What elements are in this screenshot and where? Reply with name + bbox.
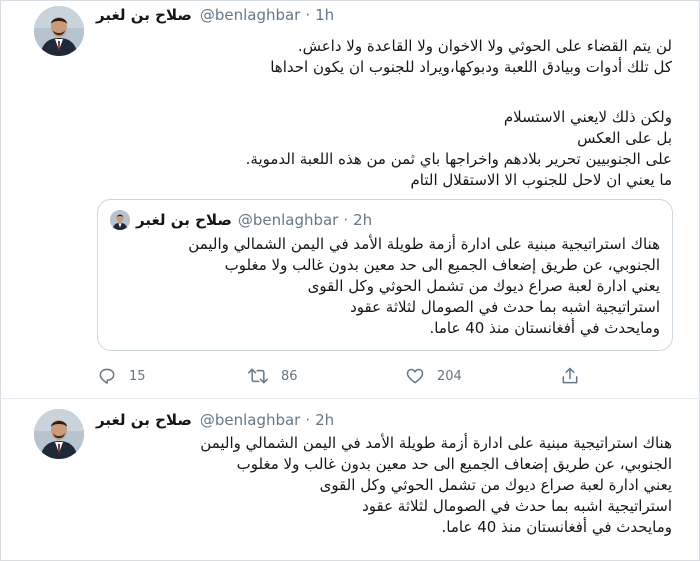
- retweet-icon: [247, 366, 269, 386]
- author-handle[interactable]: @benlaghbar: [200, 411, 301, 429]
- tweet-header: صلاح بن لغبر @benlaghbar · 2h: [96, 409, 334, 431]
- timestamp: 2h: [353, 211, 373, 229]
- author-handle: @benlaghbar: [237, 211, 339, 229]
- heart-icon: [405, 366, 425, 386]
- avatar[interactable]: [34, 409, 84, 459]
- author-name[interactable]: صلاح بن لغبر: [96, 411, 192, 429]
- quoted-tweet-text: هناك استراتيجية مبنية على ادارة أزمة طوي…: [188, 234, 660, 339]
- text-line: هناك استراتيجية مبنية على ادارة أزمة طوي…: [200, 434, 672, 452]
- tweet-actions: 15 86 204: [97, 364, 587, 388]
- tweet[interactable]: صلاح بن لغبر @benlaghbar · 1h لن يتم الق…: [0, 0, 700, 399]
- separator: ·: [305, 6, 311, 24]
- author-handle[interactable]: @benlaghbar: [200, 6, 301, 24]
- tweet-text: هناك استراتيجية مبنية على ادارة أزمة طوي…: [200, 433, 672, 538]
- separator: ·: [305, 411, 311, 429]
- tweet[interactable]: صلاح بن لغبر @benlaghbar · 2h هناك استرا…: [0, 399, 700, 561]
- author-name[interactable]: صلاح بن لغبر: [96, 6, 192, 24]
- like-count: 204: [437, 368, 462, 384]
- text-line: لن يتم القضاء على الحوثي ولا الاخوان ولا…: [297, 37, 672, 55]
- text-line: الجنوبي، عن طريق إضعاف الجميع الى حد معي…: [236, 455, 672, 473]
- quoted-tweet[interactable]: صلاح بن لغبر @benlaghbar · 2h هناك استرا…: [97, 199, 673, 351]
- text-line: ومايحدث في أفغانستان منذ 40 عاما.: [429, 319, 660, 337]
- separator: ·: [343, 211, 349, 229]
- author-name: صلاح بن لغبر: [136, 211, 232, 229]
- text-line: على الجنوبيين تحرير بلادهم واخراجها باي …: [245, 150, 672, 168]
- share-icon: [560, 366, 580, 386]
- text-line: كل تلك أدوات وبيادق اللعبة ودبوكها،ويراد…: [270, 58, 672, 76]
- tweet-text: لن يتم القضاء على الحوثي ولا الاخوان ولا…: [246, 36, 672, 191]
- text-line: استراتيجية اشبه بما حدث في الصومال لثلاث…: [362, 497, 672, 515]
- text-line: الجنوبي، عن طريق إضعاف الجميع الى حد معي…: [224, 256, 660, 274]
- reply-count: 15: [129, 368, 146, 384]
- tweet-header: صلاح بن لغبر @benlaghbar · 1h: [96, 4, 334, 26]
- timestamp[interactable]: 1h: [315, 6, 334, 24]
- avatar: [110, 210, 130, 230]
- text-line: ما يعني ان لاحل للجنوب الا الاستقلال الت…: [410, 171, 672, 189]
- like-button[interactable]: 204: [405, 364, 462, 388]
- text-line: هناك استراتيجية مبنية على ادارة أزمة طوي…: [188, 235, 660, 253]
- text-line: استراتيجية اشبه بما حدث في الصومال لثلاث…: [350, 298, 660, 316]
- quoted-tweet-header: صلاح بن لغبر @benlaghbar · 2h: [110, 210, 372, 230]
- reply-button[interactable]: 15: [97, 364, 146, 388]
- text-line: ومايحدث في أفغانستان منذ 40 عاما.: [441, 518, 672, 536]
- text-line: [246, 78, 672, 107]
- avatar[interactable]: [34, 6, 84, 56]
- text-line: بل على العكس: [577, 129, 672, 147]
- text-line: يعني ادارة لعبة صراع ديوك من تشمل الحوثي…: [307, 277, 660, 295]
- retweet-button[interactable]: 86: [247, 364, 298, 388]
- timestamp[interactable]: 2h: [315, 411, 334, 429]
- text-line: يعني ادارة لعبة صراع ديوك من تشمل الحوثي…: [319, 476, 672, 494]
- reply-icon: [97, 366, 117, 386]
- share-button[interactable]: [560, 364, 580, 388]
- text-line: ولكن ذلك لايعني الاستسلام: [503, 108, 672, 126]
- retweet-count: 86: [281, 368, 298, 384]
